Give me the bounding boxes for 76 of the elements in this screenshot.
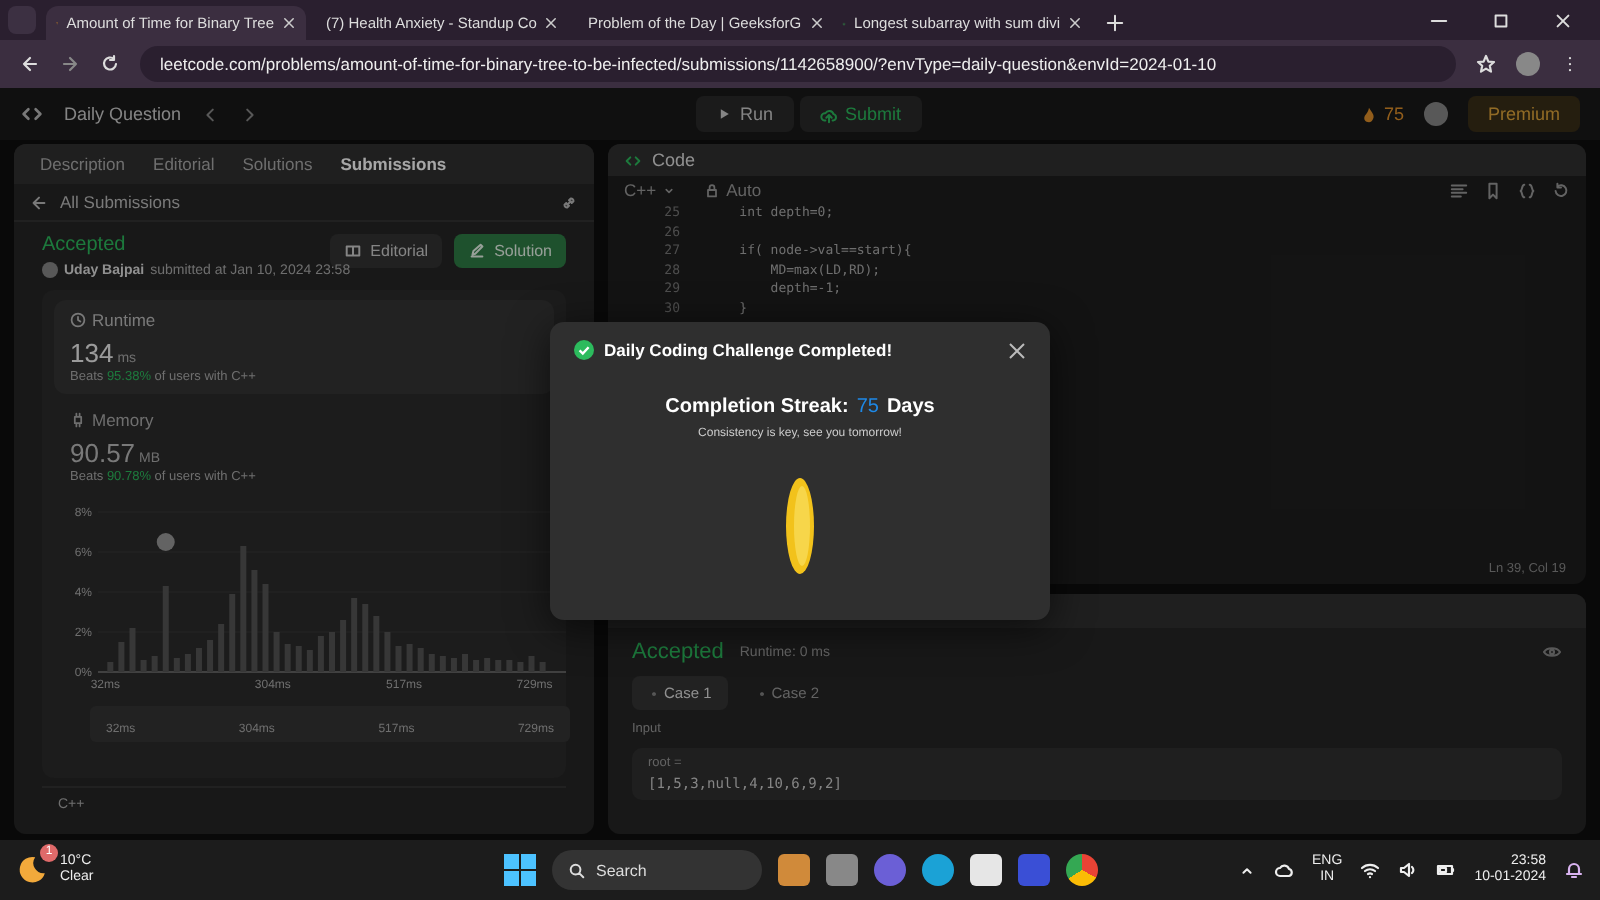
maximize-icon[interactable] bbox=[1492, 12, 1510, 30]
avatar-icon[interactable] bbox=[1423, 102, 1448, 126]
panel-tab[interactable]: Solutions bbox=[232, 154, 323, 174]
stat-title: Memory bbox=[92, 410, 154, 430]
bookmark-icon[interactable] bbox=[1484, 181, 1502, 199]
flame-icon bbox=[1359, 105, 1378, 123]
star-icon[interactable] bbox=[1476, 54, 1496, 74]
problem-list-title[interactable]: Daily Question bbox=[64, 104, 182, 124]
result-status: Accepted bbox=[632, 640, 724, 664]
profile-avatar-icon[interactable] bbox=[1516, 52, 1540, 76]
code-icon bbox=[624, 151, 642, 169]
task-view-icon[interactable] bbox=[826, 854, 858, 886]
clock-icon bbox=[70, 312, 86, 328]
lock-icon bbox=[704, 182, 721, 198]
chrome-icon[interactable] bbox=[1066, 854, 1098, 886]
all-submissions-link[interactable]: All Submissions bbox=[60, 192, 180, 212]
coin-icon bbox=[786, 476, 814, 576]
solution-button[interactable]: Solution bbox=[454, 234, 566, 268]
upload-icon bbox=[819, 105, 837, 123]
chat-icon[interactable] bbox=[874, 854, 906, 886]
back-icon[interactable] bbox=[20, 54, 40, 74]
language-dropdown[interactable]: C++ bbox=[624, 180, 677, 200]
store-icon[interactable] bbox=[970, 854, 1002, 886]
braces-icon[interactable] bbox=[1518, 181, 1536, 199]
chevron-icon bbox=[662, 183, 677, 197]
auto-mode-toggle[interactable]: Auto bbox=[704, 180, 762, 200]
format-icon[interactable] bbox=[1450, 181, 1468, 199]
start-icon[interactable] bbox=[504, 854, 536, 886]
panel-tab[interactable]: Editorial bbox=[143, 154, 225, 174]
stat-title: Runtime bbox=[92, 310, 156, 330]
new-tab-icon[interactable] bbox=[1106, 14, 1124, 32]
reset-icon[interactable] bbox=[1552, 181, 1570, 199]
premium-button[interactable]: Premium bbox=[1467, 96, 1580, 132]
close-button[interactable] bbox=[1008, 341, 1026, 359]
book-icon bbox=[344, 242, 363, 260]
logo-icon[interactable] bbox=[20, 102, 44, 126]
play-icon bbox=[715, 106, 732, 122]
address-bar[interactable]: leetcode.com/problems/amount-of-time-for-binary-tree-to-be-infected/submissions/1142658900/?envType=daily-question&envId=2024-01-10 bbox=[140, 46, 1456, 82]
streak-counter[interactable]: 75 bbox=[1359, 104, 1404, 124]
close-icon[interactable] bbox=[809, 16, 824, 30]
prev-icon[interactable] bbox=[201, 105, 220, 123]
volume-icon[interactable] bbox=[1398, 860, 1419, 880]
forward-icon[interactable] bbox=[60, 54, 80, 74]
check-icon bbox=[574, 340, 594, 360]
edit-icon bbox=[468, 242, 487, 260]
bell-icon[interactable] bbox=[1564, 860, 1584, 880]
battery-icon[interactable] bbox=[1436, 860, 1457, 880]
avatar-marker-icon bbox=[156, 533, 175, 551]
search-field[interactable]: Search bbox=[552, 850, 762, 890]
close-icon[interactable] bbox=[1068, 16, 1082, 30]
submission-status: Accepted bbox=[42, 234, 126, 256]
close-icon[interactable] bbox=[544, 16, 559, 30]
chip-icon bbox=[70, 412, 86, 428]
panel-tab[interactable]: Submissions bbox=[330, 154, 457, 174]
submit-button[interactable]: Submit bbox=[799, 96, 922, 132]
streak-label: Completion Streak: bbox=[665, 396, 849, 418]
search-icon bbox=[568, 861, 586, 879]
back-icon[interactable] bbox=[30, 193, 48, 211]
streak-count: 75 bbox=[856, 396, 879, 418]
avatar-icon bbox=[42, 262, 58, 278]
dialog-title: Daily Coding Challenge Completed! bbox=[604, 340, 893, 360]
eye-icon[interactable] bbox=[1542, 642, 1562, 662]
panel-title: Code bbox=[652, 150, 696, 170]
run-button[interactable]: Run bbox=[695, 96, 793, 132]
panel-tab[interactable]: Description bbox=[30, 154, 136, 174]
streak-unit: Days bbox=[886, 396, 935, 418]
wifi-icon[interactable] bbox=[1360, 860, 1381, 880]
app-icon[interactable] bbox=[1018, 854, 1050, 886]
link-icon[interactable] bbox=[560, 193, 578, 211]
close-icon[interactable] bbox=[282, 16, 296, 30]
close-icon[interactable] bbox=[1554, 12, 1572, 30]
app-icon[interactable] bbox=[778, 854, 810, 886]
reload-icon[interactable] bbox=[100, 54, 120, 74]
cloud-icon[interactable] bbox=[1274, 860, 1295, 880]
moon-icon[interactable] bbox=[16, 854, 48, 886]
browser-icon[interactable] bbox=[922, 854, 954, 886]
